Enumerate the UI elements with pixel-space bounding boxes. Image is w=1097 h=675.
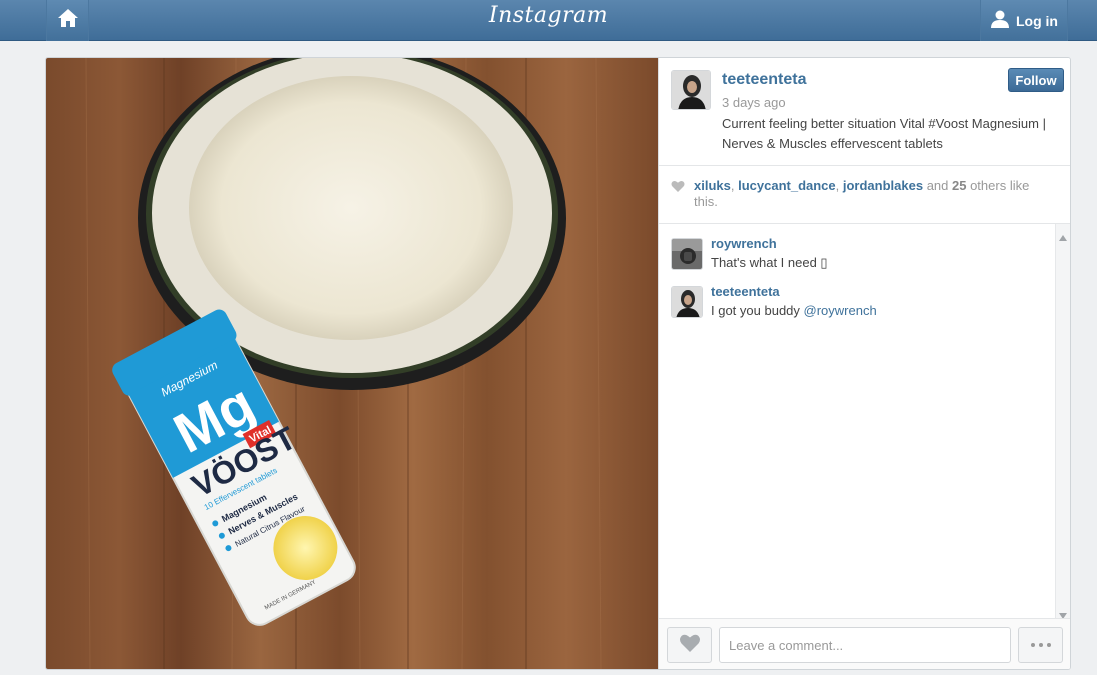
comment-item: teeteenteta I got you buddy @roywrench bbox=[671, 284, 1051, 324]
commenter-avatar[interactable] bbox=[671, 286, 703, 318]
comments-list: roywrench That's what I need ▯ teeteente… bbox=[659, 224, 1070, 619]
post-caption: Current feeling better situation Vital #… bbox=[722, 116, 1046, 151]
likes-separator: , bbox=[835, 178, 843, 193]
comment-item: roywrench That's what I need ▯ bbox=[671, 236, 1051, 276]
owner-username[interactable]: teeteenteta bbox=[722, 71, 806, 89]
like-button[interactable] bbox=[667, 627, 712, 663]
post-photo[interactable]: Magnesium Mg Vital VÖOST 10 Effervescent… bbox=[46, 58, 658, 669]
top-navigation-bar: Instagram Log in bbox=[0, 0, 1097, 41]
likes-section: xiluks, lucycant_dance, jordanblakes and… bbox=[659, 166, 1070, 224]
more-dot bbox=[1038, 643, 1043, 647]
follow-button[interactable]: Follow bbox=[1008, 68, 1064, 92]
more-options-button[interactable] bbox=[1018, 627, 1063, 663]
user-icon bbox=[990, 9, 1010, 32]
liker-link[interactable]: jordanblakes bbox=[843, 178, 923, 193]
commenter-avatar[interactable] bbox=[671, 238, 703, 270]
comment-username[interactable]: roywrench bbox=[711, 236, 777, 251]
heart-icon bbox=[671, 180, 685, 198]
likes-text: xiluks, lucycant_dance, jordanblakes and… bbox=[694, 178, 1054, 210]
liker-link[interactable]: xiluks bbox=[694, 178, 731, 193]
login-label: Log in bbox=[1016, 12, 1058, 29]
post-timestamp: 3 days ago bbox=[722, 95, 786, 110]
liker-link[interactable]: lucycant_dance bbox=[738, 178, 836, 193]
more-dot bbox=[1046, 643, 1051, 647]
comment-text: That's what I need ▯ bbox=[711, 255, 828, 270]
instagram-logo: Instagram bbox=[488, 3, 609, 28]
post-card: Magnesium Mg Vital VÖOST 10 Effervescent… bbox=[45, 57, 1071, 670]
likes-and: and bbox=[923, 178, 952, 193]
comment-text: I got you buddy @roywrench bbox=[711, 303, 877, 318]
post-details-panel: teeteenteta 3 days ago Current feeling b… bbox=[658, 58, 1070, 669]
comment-username[interactable]: teeteenteta bbox=[711, 284, 780, 299]
more-dot bbox=[1030, 643, 1035, 647]
scroll-up-icon[interactable] bbox=[1059, 228, 1067, 246]
comment-body: I got you buddy bbox=[711, 303, 804, 318]
post-owner-header: teeteenteta 3 days ago Current feeling b… bbox=[659, 58, 1070, 166]
likes-others-count: 25 bbox=[952, 178, 967, 193]
owner-avatar[interactable] bbox=[671, 70, 711, 110]
heart-icon bbox=[679, 633, 701, 658]
comment-mention-link[interactable]: @roywrench bbox=[804, 303, 877, 318]
home-icon bbox=[57, 8, 79, 33]
login-button[interactable]: Log in bbox=[980, 0, 1068, 41]
comment-input[interactable] bbox=[719, 627, 1011, 663]
comment-footer bbox=[659, 618, 1070, 669]
home-button[interactable] bbox=[46, 0, 89, 41]
likes-separator: , bbox=[730, 178, 739, 193]
comments-scrollbar[interactable] bbox=[1055, 224, 1070, 619]
